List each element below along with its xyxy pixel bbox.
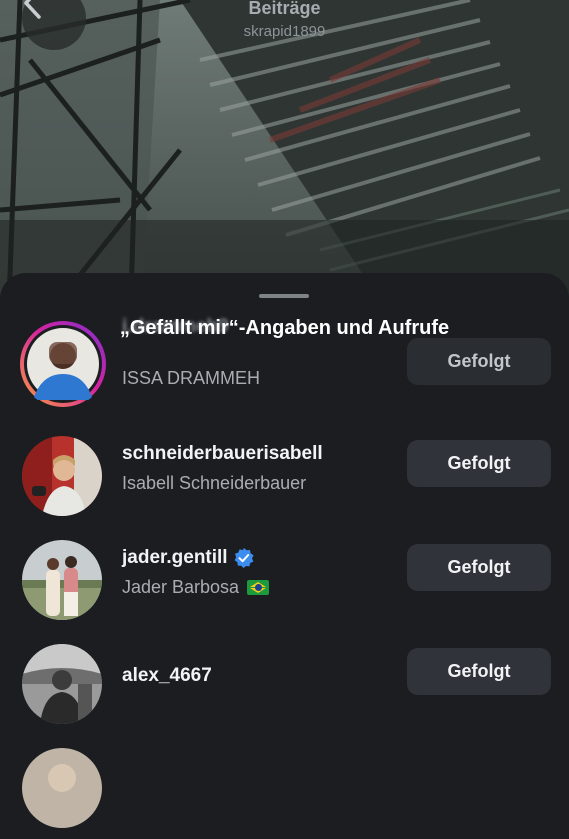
full-name: ISSA DRAMMEH bbox=[122, 368, 261, 388]
page-subtitle: skrapid1899 bbox=[243, 23, 326, 40]
sheet-title: „Gefällt mir“-Angaben und Aufrufe bbox=[119, 317, 450, 339]
likes-sheet: „Gefällt mir“-Angaben und Aufrufe i.dram… bbox=[0, 273, 569, 828]
full-name: Isabell Schneiderbauer bbox=[122, 473, 307, 493]
avatar[interactable] bbox=[22, 644, 102, 724]
list-item[interactable]: schneiderbauerisabell Isabell Schneiderb… bbox=[0, 423, 569, 527]
username: jader.gentill bbox=[122, 547, 254, 569]
verified-badge-icon bbox=[234, 548, 254, 568]
full-name-text: Jader Barbosa bbox=[122, 577, 240, 597]
following-button[interactable]: Gefolgt bbox=[407, 544, 551, 591]
brazil-flag-icon bbox=[247, 580, 270, 595]
username: schneiderbauerisabell bbox=[122, 443, 323, 464]
full-name: Jader Barbosa bbox=[122, 577, 270, 598]
username: alex_4667 bbox=[122, 665, 212, 686]
list-item[interactable]: jader.gentill Jader Barbosa Gefolgt bbox=[0, 527, 569, 631]
following-button[interactable]: Gefolgt bbox=[407, 338, 551, 385]
list-item[interactable]: alex_4667 Gefolgt bbox=[0, 631, 569, 735]
username-text: jader.gentill bbox=[122, 547, 228, 568]
page-title: Beiträge bbox=[248, 0, 321, 18]
avatar[interactable] bbox=[22, 748, 102, 828]
following-button[interactable]: Gefolgt bbox=[407, 648, 551, 695]
following-button[interactable]: Gefolgt bbox=[407, 440, 551, 487]
avatar[interactable] bbox=[22, 540, 102, 620]
avatar[interactable] bbox=[22, 436, 102, 516]
sheet-drag-handle[interactable] bbox=[259, 294, 309, 298]
list-item[interactable] bbox=[0, 735, 569, 839]
